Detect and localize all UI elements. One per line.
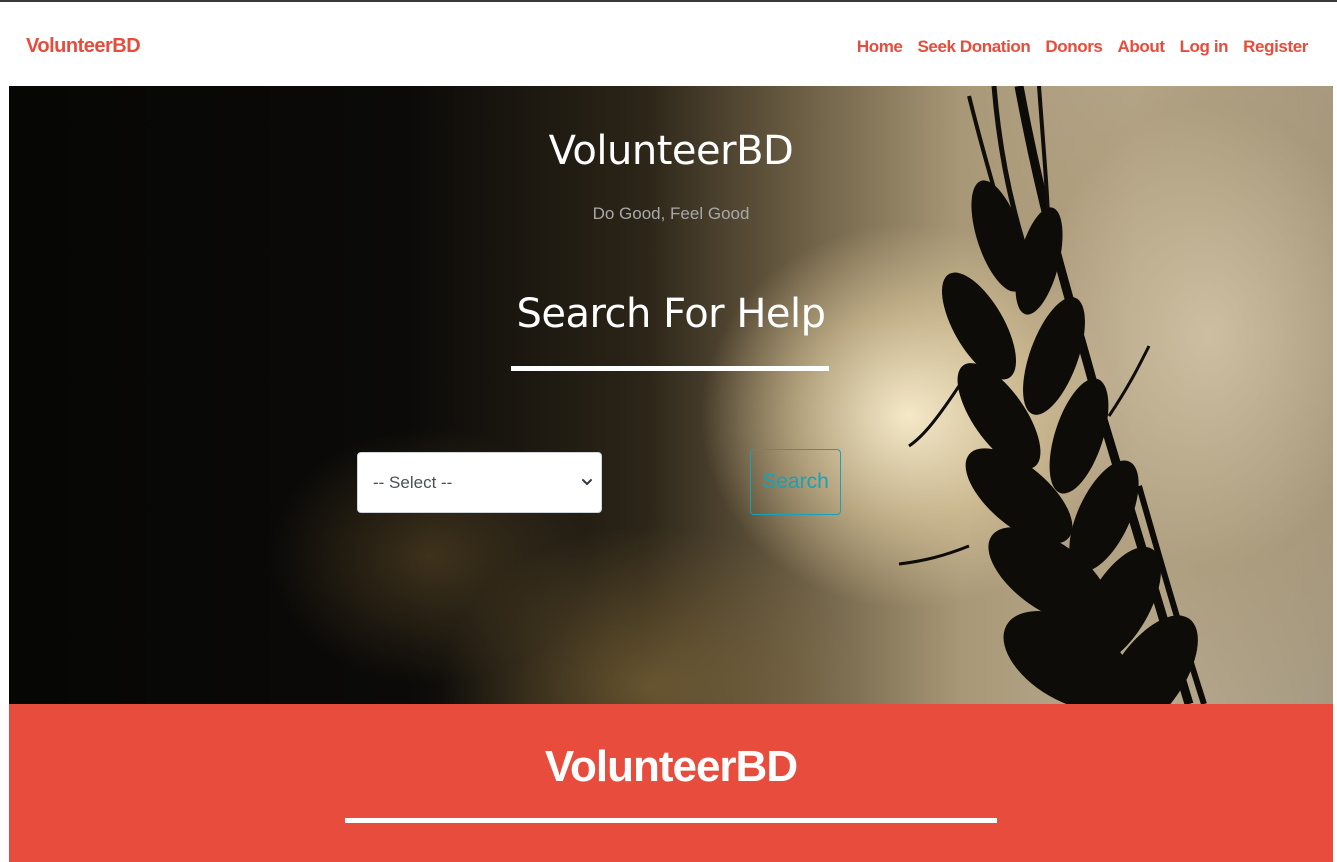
nav-link-seek-donation[interactable]: Seek Donation	[917, 37, 1030, 57]
about-section: VolunteerBD	[9, 704, 1333, 862]
nav-link-donors[interactable]: Donors	[1045, 37, 1103, 57]
nav-link-home[interactable]: Home	[857, 37, 903, 57]
wheat-silhouette-background	[898, 86, 1207, 704]
navbar-brand[interactable]: VolunteerBD	[26, 35, 141, 58]
help-type-select[interactable]: -- Select --	[357, 452, 602, 513]
search-heading: Search For Help	[516, 291, 826, 337]
hero-title: VolunteerBD	[548, 128, 794, 174]
navbar: VolunteerBD Home Seek Donation Donors Ab…	[9, 9, 1328, 86]
chevron-down-icon	[581, 475, 593, 493]
select-selected-value: -- Select --	[373, 473, 453, 492]
nav-link-about[interactable]: About	[1117, 37, 1164, 57]
about-section-underline	[345, 818, 997, 823]
hero-tagline: Do Good, Feel Good	[592, 204, 750, 223]
search-heading-underline	[511, 366, 829, 371]
about-section-title: VolunteerBD	[544, 742, 798, 791]
nav-link-register[interactable]: Register	[1243, 37, 1308, 57]
window-top-border	[0, 0, 1337, 9]
search-button[interactable]: Search	[750, 449, 841, 515]
nav-link-login[interactable]: Log in	[1180, 37, 1229, 57]
hero-section: VolunteerBD Do Good, Feel Good Search Fo…	[9, 86, 1333, 704]
nav-links: Home Seek Donation Donors About Log in R…	[857, 37, 1309, 57]
